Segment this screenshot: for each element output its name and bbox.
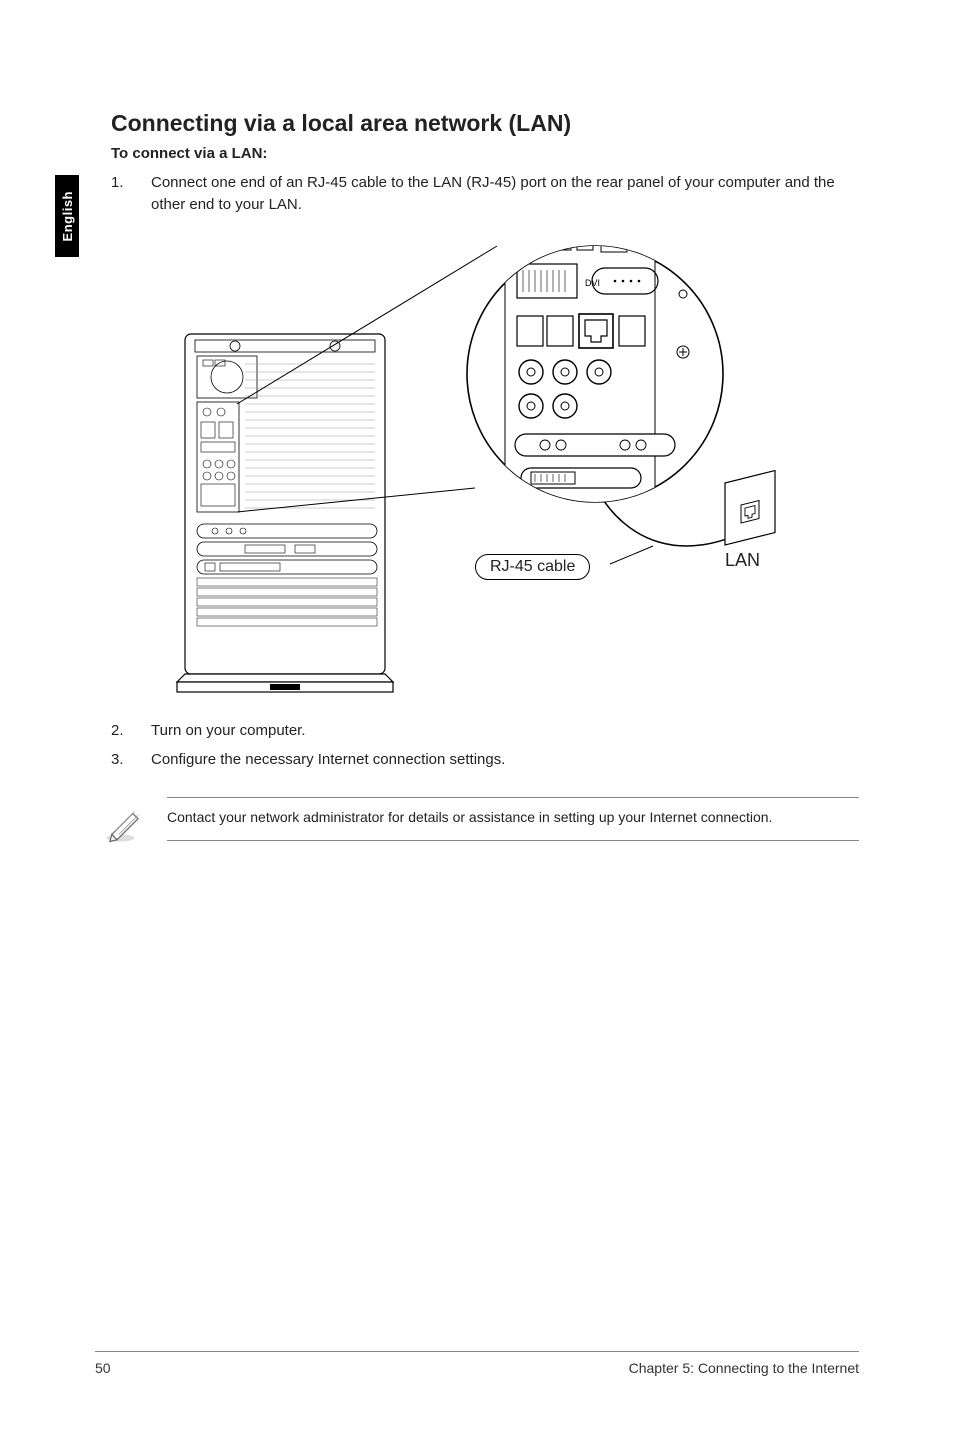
cable-label: RJ-45 cable <box>475 554 590 580</box>
figure-container: DVI <box>111 234 859 694</box>
lan-wall-plate <box>721 470 785 550</box>
step-number: 3. <box>111 749 151 771</box>
note-block: Contact your network administrator for d… <box>111 797 859 845</box>
note-pencil-icon <box>103 803 145 845</box>
page-number: 50 <box>95 1360 111 1376</box>
lan-label: LAN <box>725 550 760 571</box>
step-text: Connect one end of an RJ-45 cable to the… <box>151 172 859 216</box>
page-footer: 50 Chapter 5: Connecting to the Internet <box>95 1351 859 1376</box>
step-number: 1. <box>111 172 151 216</box>
chapter-title: Chapter 5: Connecting to the Internet <box>629 1360 859 1376</box>
step-1: 1. Connect one end of an RJ-45 cable to … <box>111 172 859 216</box>
step-text: Configure the necessary Internet connect… <box>151 749 859 771</box>
section-subheading: To connect via a LAN: <box>111 145 859 162</box>
step-text: Turn on your computer. <box>151 720 859 742</box>
document-page: English Connecting via a local area netw… <box>0 0 954 1438</box>
step-3: 3. Configure the necessary Internet conn… <box>111 749 859 771</box>
main-content: Connecting via a local area network (LAN… <box>111 110 859 845</box>
section-heading: Connecting via a local area network (LAN… <box>111 110 859 137</box>
language-tab-label: English <box>60 191 75 241</box>
step-number: 2. <box>111 720 151 742</box>
lan-connection-figure: DVI <box>165 234 805 694</box>
step-2: 2. Turn on your computer. <box>111 720 859 742</box>
note-text: Contact your network administrator for d… <box>167 797 859 841</box>
io-panel-zoom: DVI <box>465 234 725 514</box>
language-tab: English <box>55 175 79 257</box>
pc-tower-illustration <box>175 324 415 694</box>
